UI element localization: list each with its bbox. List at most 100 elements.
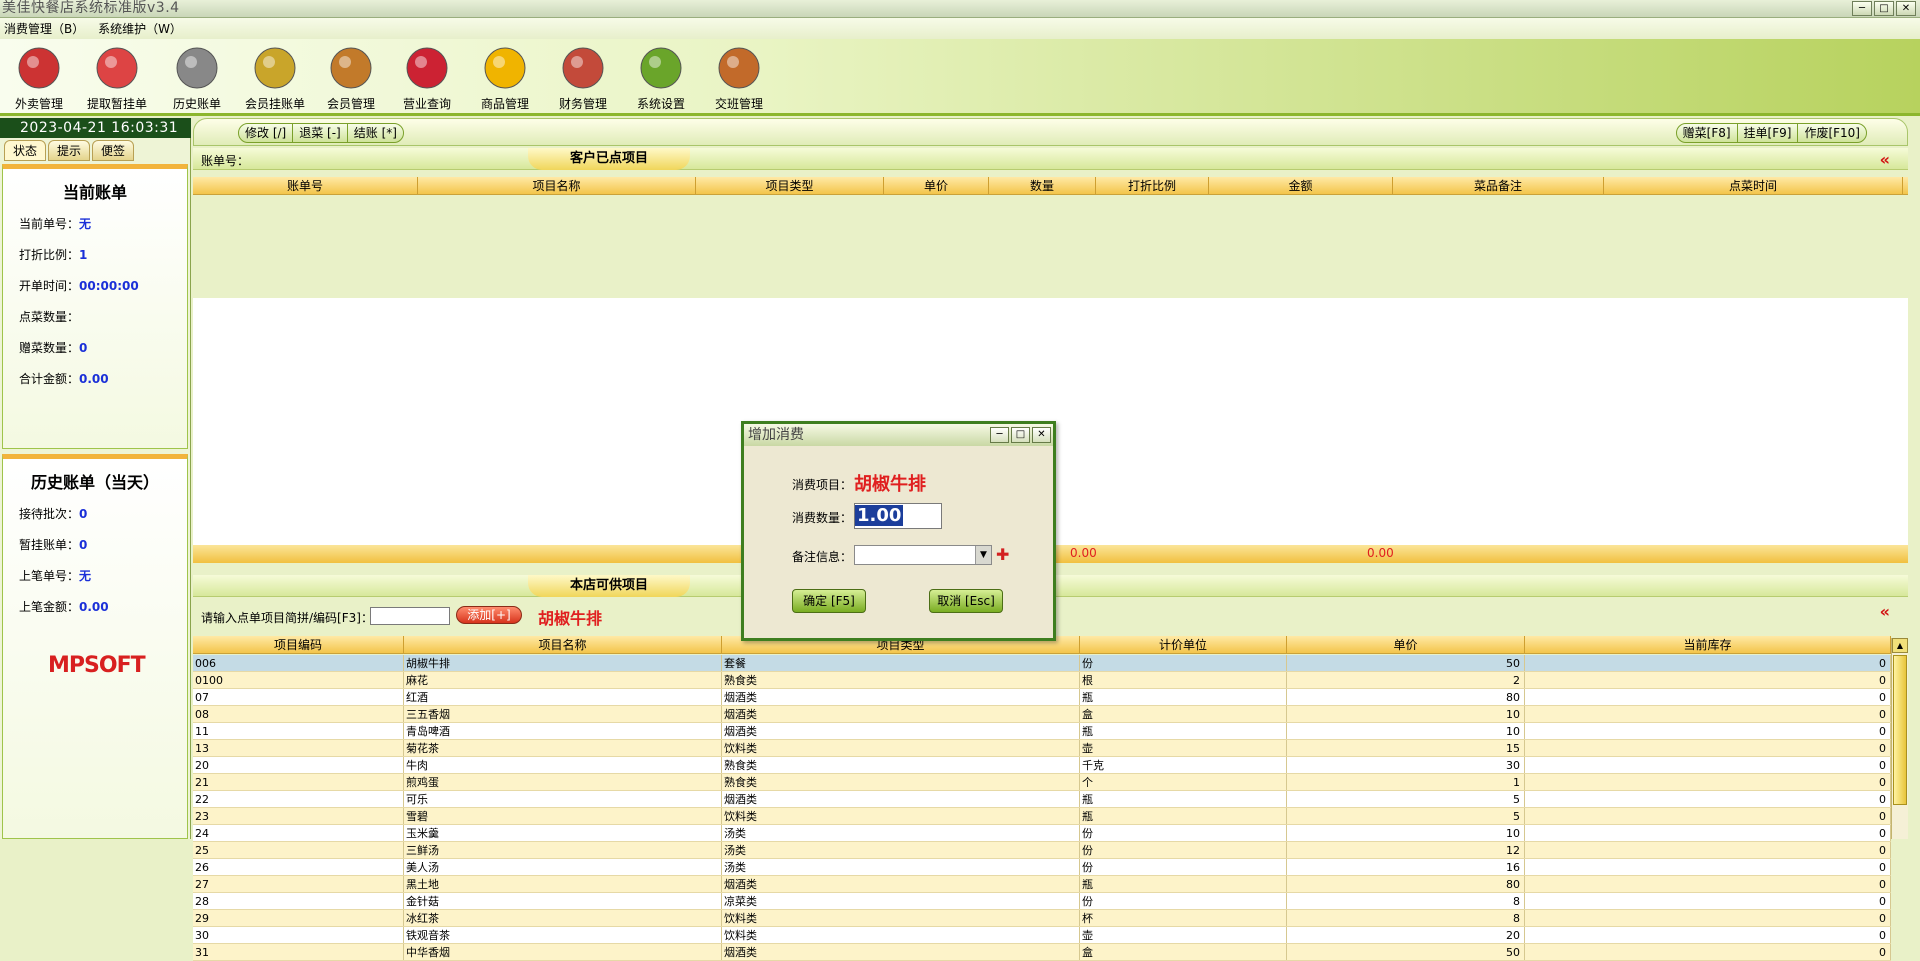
info-value: 0 xyxy=(79,538,88,552)
info-row: 合计金额：0.00 xyxy=(3,370,187,401)
toolbar-member-bill-button[interactable]: 会员挂账单 xyxy=(238,43,312,112)
info-key: 上笔单号： xyxy=(19,569,80,583)
dialog-minimize-button[interactable]: ─ xyxy=(990,427,1009,443)
column-header[interactable]: 单价 xyxy=(1287,636,1525,653)
scroll-thumb[interactable] xyxy=(1893,655,1907,805)
toolbar-history-button[interactable]: 历史账单 xyxy=(160,43,234,112)
toolbar-goods-button[interactable]: 商品管理 xyxy=(468,43,542,112)
table-cell: 壶 xyxy=(1080,740,1287,756)
table-cell: 0 xyxy=(1525,791,1891,807)
table-cell: 2 xyxy=(1287,672,1525,688)
table-cell: 0 xyxy=(1525,876,1891,892)
dropdown-arrow-icon[interactable]: ▼ xyxy=(975,546,991,564)
column-header[interactable]: 金额 xyxy=(1209,177,1393,194)
window-title: 美佳快餐店系统标准版v3.4 xyxy=(2,0,180,16)
table-cell: 13 xyxy=(193,740,404,756)
table-row[interactable]: 07 红酒 烟酒类瓶 80 0 xyxy=(193,689,1891,706)
column-header[interactable]: 数量 xyxy=(989,177,1096,194)
maximize-button[interactable]: □ xyxy=(1874,1,1894,16)
toolbar-retrieve-button[interactable]: 提取暂挂单 xyxy=(80,43,154,112)
toolbar-label: 财务管理 xyxy=(558,97,607,111)
table-row[interactable]: 13 菊花茶 饮料类壶 15 0 xyxy=(193,740,1891,757)
toolbar-finance-button[interactable]: 财务管理 xyxy=(546,43,620,112)
table-cell: 壶 xyxy=(1080,927,1287,943)
table-row[interactable]: 24 玉米羹 汤类份 10 0 xyxy=(193,825,1891,842)
ok-button[interactable]: 确定 [F5] xyxy=(792,589,866,613)
toolbar-shift-button[interactable]: 交班管理 xyxy=(702,43,776,112)
column-header[interactable]: 菜品备注 xyxy=(1393,177,1604,194)
add-button[interactable]: 添加[+] xyxy=(456,606,522,624)
table-row[interactable]: 23 雪碧 饮料类瓶 5 0 xyxy=(193,808,1891,825)
table-row[interactable]: 26 美人汤 汤类份 16 0 xyxy=(193,859,1891,876)
column-header[interactable]: 项目名称 xyxy=(418,177,696,194)
checkout-button[interactable]: 结账 [*] xyxy=(348,124,403,142)
item-value: 胡椒牛排 xyxy=(854,474,926,495)
menu-consume[interactable]: 消费管理（B） xyxy=(0,18,90,37)
tab-notes[interactable]: 便签 xyxy=(92,140,135,161)
cancel-button[interactable]: 取消 [Esc] xyxy=(929,589,1003,613)
column-header[interactable]: 打折比例 xyxy=(1096,177,1209,194)
add-note-icon[interactable]: ✚ xyxy=(996,545,1009,564)
query-icon xyxy=(402,43,452,93)
table-cell: 11 xyxy=(193,723,404,739)
collapse-arrow-icon[interactable]: « xyxy=(1880,150,1890,169)
edit-pill: 修改 [/] 退菜 [-] 结账 [*] xyxy=(238,123,404,143)
table-row[interactable]: 31 中华香烟 烟酒类盒 50 0 xyxy=(193,944,1891,961)
dialog-maximize-button[interactable]: □ xyxy=(1011,427,1030,443)
table-cell: 铁观音茶 xyxy=(404,927,722,943)
table-cell: 瓶 xyxy=(1080,791,1287,807)
table-cell: 0 xyxy=(1525,859,1891,875)
column-header[interactable]: 当前库存 xyxy=(1525,636,1891,653)
table-row[interactable]: 28 金针菇 凉菜类份 8 0 xyxy=(193,893,1891,910)
return-dish-button[interactable]: 退菜 [-] xyxy=(293,124,348,142)
table-cell: 0 xyxy=(1525,689,1891,705)
toolbar-query-button[interactable]: 营业查询 xyxy=(390,43,464,112)
table-row[interactable]: 30 铁观音茶 饮料类壶 20 0 xyxy=(193,927,1891,944)
table-row[interactable]: 0100 麻花 熟食类根 2 0 xyxy=(193,672,1891,689)
column-header[interactable]: 项目类型 xyxy=(696,177,884,194)
column-header[interactable]: 项目编码 xyxy=(193,636,404,653)
table-row[interactable]: 08 三五香烟 烟酒类盒 10 0 xyxy=(193,706,1891,723)
void-button[interactable]: 作废[F10] xyxy=(1798,124,1866,142)
table-cell: 汤类 xyxy=(722,842,1080,858)
column-header[interactable]: 计价单位 xyxy=(1080,636,1287,653)
tab-tips[interactable]: 提示 xyxy=(48,140,91,161)
info-value: 0.00 xyxy=(79,372,109,386)
toolbar: 外卖管理 提取暂挂单 历史账单 会员挂账单 会员管理 营业查询 商品管理 财务管理 系统设置 交班… xyxy=(0,39,1920,116)
table-row[interactable]: 27 黑土地 烟酒类瓶 80 0 xyxy=(193,876,1891,893)
toolbar-settings-button[interactable]: 系统设置 xyxy=(624,43,698,112)
table-row[interactable]: 11 青岛啤酒 烟酒类瓶 10 0 xyxy=(193,723,1891,740)
vertical-scrollbar[interactable]: ▲ xyxy=(1891,638,1908,839)
minimize-button[interactable]: ─ xyxy=(1852,1,1872,16)
table-row[interactable]: 25 三鲜汤 汤类份 12 0 xyxy=(193,842,1891,859)
column-header[interactable]: 账单号 xyxy=(193,177,418,194)
qty-input[interactable]: 1.00 xyxy=(854,503,942,529)
table-row[interactable]: 20 牛肉 熟食类 千克 30 0 xyxy=(193,757,1891,774)
item-search-input[interactable] xyxy=(370,607,450,625)
table-row[interactable]: 29 冰红茶 饮料类杯 8 0 xyxy=(193,910,1891,927)
menu-system[interactable]: 系统维护（W） xyxy=(94,18,188,37)
close-button[interactable]: ✕ xyxy=(1896,1,1916,16)
table-cell: 12 xyxy=(1287,842,1525,858)
column-header[interactable]: 单价 xyxy=(884,177,989,194)
table-row[interactable]: 006 胡椒牛排 套餐份 50 0 xyxy=(193,655,1891,672)
table-row[interactable]: 22 可乐 烟酒类瓶 5 0 xyxy=(193,791,1891,808)
toolbar-member-button[interactable]: 会员管理 xyxy=(314,43,388,112)
qty-value: 1.00 xyxy=(855,505,904,526)
current-bill-title: 当前账单 xyxy=(62,183,127,202)
dialog-close-button[interactable]: ✕ xyxy=(1032,427,1051,443)
tab-status[interactable]: 状态 xyxy=(4,140,47,161)
gift-button[interactable]: 赠菜[F8] xyxy=(1677,124,1738,142)
toolbar-takeout-button[interactable]: 外卖管理 xyxy=(2,43,76,112)
table-row[interactable]: 21 煎鸡蛋 熟食类个 1 0 xyxy=(193,774,1891,791)
table-cell: 汤类 xyxy=(722,859,1080,875)
modify-button[interactable]: 修改 [/] xyxy=(239,124,294,142)
column-header[interactable]: 点菜时间 xyxy=(1604,177,1903,194)
extra-pill: 赠菜[F8] 挂单[F9] 作废[F10] xyxy=(1675,123,1867,143)
column-header[interactable]: 项目名称 xyxy=(404,636,722,653)
add-consume-dialog: 增加消费 ─ □ ✕ 消费项目： 胡椒牛排 消费数量： 1.00 备注信息： ▼… xyxy=(741,421,1056,641)
info-key: 点菜数量： xyxy=(19,310,80,324)
hold-button[interactable]: 挂单[F9] xyxy=(1738,124,1799,142)
note-select[interactable]: ▼ xyxy=(854,545,992,565)
scroll-up-icon[interactable]: ▲ xyxy=(1892,638,1908,653)
